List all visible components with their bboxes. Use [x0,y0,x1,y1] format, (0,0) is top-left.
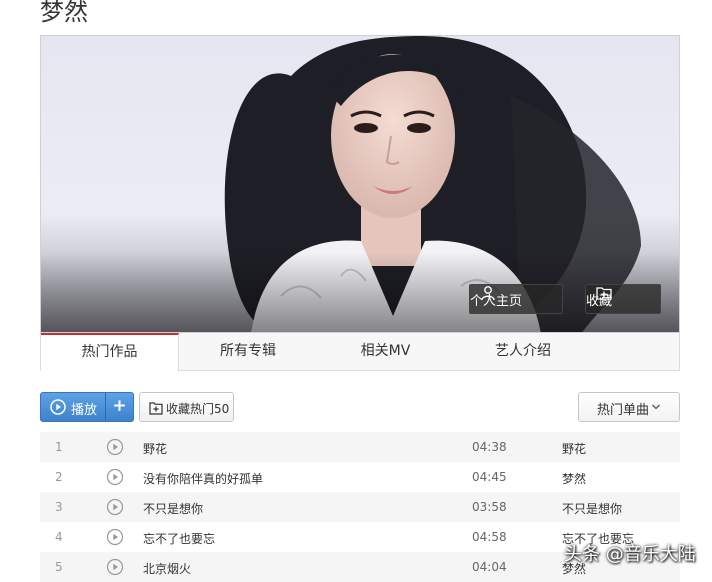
tab-artist-intro[interactable]: 艺人介绍 [453,333,593,370]
song-index: 3 [55,500,63,514]
play-circle-icon[interactable] [106,438,124,456]
play-circle-icon[interactable] [106,498,124,516]
collect-hot50-label: 收藏热门50 [166,402,230,416]
song-duration: 04:58 [472,530,507,544]
song-duration: 04:45 [472,470,507,484]
song-album[interactable]: 梦然 [562,470,586,487]
song-album[interactable]: 不只是想你 [562,500,622,517]
song-title[interactable]: 不只是想你 [143,500,203,517]
watermark: 头条 @音乐大陆 [564,544,696,565]
chevron-down-icon [652,404,660,410]
song-index: 2 [55,470,63,484]
tab-related-mv[interactable]: 相关MV [318,333,453,370]
banner-shade [41,252,679,332]
song-index: 4 [55,530,63,544]
song-title[interactable]: 北京烟火 [143,560,191,577]
play-circle-icon [50,399,66,415]
song-title[interactable]: 没有你陪伴真的好孤单 [143,470,263,487]
song-duration: 04:38 [472,440,507,454]
play-circle-icon[interactable] [106,528,124,546]
sort-dropdown[interactable]: 热门单曲 [578,392,680,422]
tab-all-albums[interactable]: 所有专辑 [178,333,318,370]
person-icon [481,286,495,301]
song-duration: 03:58 [472,500,507,514]
song-album[interactable]: 野花 [562,440,586,457]
home-page-button[interactable]: 个人主页 [469,284,563,314]
favorite-button[interactable]: 收藏 [585,284,661,314]
song-duration: 04:04 [472,560,507,574]
play-circle-icon[interactable] [106,558,124,576]
home-page-label: 个人主页 [470,293,523,309]
song-title[interactable]: 野花 [143,440,167,457]
tab-hot-works[interactable]: 热门作品 [41,333,179,372]
artist-name: 梦然 [40,0,88,26]
song-index: 1 [55,440,63,454]
play-all-button[interactable]: 播放 + [40,392,134,422]
artist-tabs: 热门作品 所有专辑 相关MV 艺人介绍 [40,333,680,372]
play-all-label: 播放 [71,403,98,418]
folder-plus-icon [596,287,612,300]
folder-plus-icon [149,402,163,415]
song-row[interactable]: 3 不只是想你 03:58 不只是想你 [40,492,680,522]
add-to-playlist-button[interactable]: + [105,396,134,416]
song-row[interactable]: 2 没有你陪伴真的好孤单 04:45 梦然 [40,462,680,492]
play-circle-icon[interactable] [106,468,124,486]
artist-banner: 个人主页 收藏 [40,35,680,333]
song-toolbar: 播放 + 收藏热门50 热门单曲 [40,392,680,423]
sort-dropdown-label: 热门单曲 [597,403,650,418]
song-title[interactable]: 忘不了也要忘 [143,530,215,547]
song-index: 5 [55,560,63,574]
collect-hot50-button[interactable]: 收藏热门50 [139,392,234,422]
song-row[interactable]: 1 野花 04:38 野花 [40,432,680,462]
